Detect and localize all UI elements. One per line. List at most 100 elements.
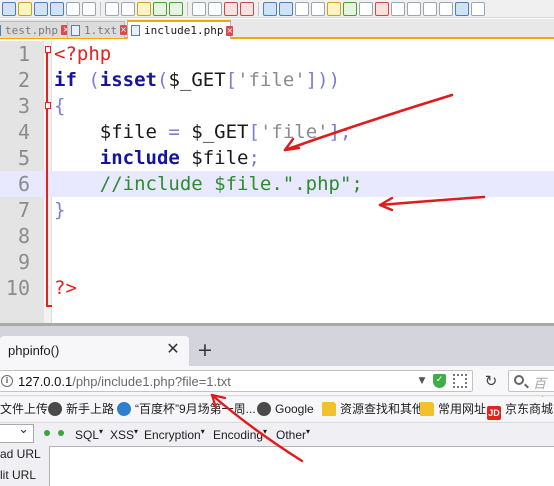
close-tab-icon[interactable]: × bbox=[120, 25, 127, 35]
navigation-bar: i 127.0.0.1/php/include1.php?file=1.txt … bbox=[0, 366, 554, 410]
doc-map-icon[interactable] bbox=[343, 1, 357, 16]
fold-toggle-icon[interactable] bbox=[45, 102, 51, 109]
hackbar-menu-sql[interactable]: SQL▾ bbox=[75, 427, 103, 442]
paste-icon[interactable] bbox=[137, 1, 151, 16]
save-icon[interactable] bbox=[34, 1, 48, 16]
record-macro-icon[interactable] bbox=[375, 1, 389, 16]
zoom-in-icon[interactable] bbox=[224, 1, 238, 16]
bookmark-item[interactable]: Google bbox=[257, 397, 314, 421]
code-token: ( bbox=[156, 69, 169, 91]
code-line[interactable]: 3{ bbox=[0, 93, 554, 119]
eye-icon[interactable] bbox=[455, 1, 469, 16]
folder-icon bbox=[322, 402, 336, 416]
print-icon[interactable] bbox=[82, 1, 96, 16]
code-token: [ bbox=[225, 69, 238, 91]
fold-toggle-icon[interactable] bbox=[45, 46, 51, 53]
code-line[interactable]: 4 $file = $_GET['file']; bbox=[0, 119, 554, 145]
tab-label: include1.php bbox=[144, 24, 224, 37]
spell-check-icon[interactable] bbox=[471, 1, 485, 16]
code-line[interactable]: 6 //include $file.".php"; bbox=[0, 171, 554, 197]
fold-line bbox=[46, 49, 48, 307]
globe-icon bbox=[257, 402, 271, 416]
play-macro-icon[interactable] bbox=[407, 1, 421, 16]
function-list-icon[interactable] bbox=[359, 1, 373, 16]
new-tab-button[interactable]: + bbox=[196, 340, 214, 360]
site-info-icon[interactable]: i bbox=[1, 375, 13, 387]
tab-include1-php[interactable]: include1.php × bbox=[127, 20, 234, 39]
stop-macro-icon[interactable] bbox=[391, 1, 405, 16]
jd-logo-icon: JD bbox=[487, 406, 501, 420]
address-bar[interactable]: i 127.0.0.1/php/include1.php?file=1.txt … bbox=[0, 370, 473, 392]
code-line[interactable]: 10 ?> bbox=[0, 275, 554, 301]
load-url-button[interactable]: ad URL bbox=[0, 447, 41, 461]
code-editor[interactable]: 1 <?php 2 if (isset($_GET['file'])) 3{4 $fil… bbox=[0, 41, 554, 323]
undo-icon[interactable] bbox=[153, 1, 167, 16]
split-url-button[interactable]: lit URL bbox=[0, 468, 36, 482]
shield-icon[interactable]: ✓ bbox=[433, 374, 446, 388]
bookmark-label: Google bbox=[275, 402, 314, 416]
hackbar-url-textarea[interactable] bbox=[49, 446, 554, 486]
reload-icon[interactable]: ↻ bbox=[484, 372, 498, 390]
bookmark-folder[interactable]: 资源查找和其他 bbox=[322, 397, 424, 421]
code-token: 'file' bbox=[259, 121, 329, 143]
run-macro-icon[interactable] bbox=[423, 1, 437, 16]
open-file-icon[interactable] bbox=[18, 1, 32, 16]
code-line[interactable]: 5 include $file; bbox=[0, 145, 554, 171]
url-host: 127.0.0.1 bbox=[18, 374, 73, 389]
indent-guide-icon[interactable] bbox=[311, 1, 325, 16]
code-line[interactable]: 2 if (isset($_GET['file'])) bbox=[0, 67, 554, 93]
redo-icon[interactable] bbox=[169, 1, 183, 16]
find-icon[interactable] bbox=[192, 1, 206, 16]
copy-icon[interactable] bbox=[121, 1, 135, 16]
bookmark-label: 京东商城 bbox=[505, 402, 554, 416]
sync-scroll-icon[interactable] bbox=[263, 1, 277, 16]
qr-code-icon[interactable] bbox=[453, 374, 467, 388]
line-number: 3 bbox=[17, 94, 30, 118]
close-file-icon[interactable] bbox=[66, 1, 80, 16]
bookmark-folder[interactable]: 常用网址 bbox=[420, 397, 486, 421]
fold-end-mark bbox=[46, 305, 52, 307]
search-input[interactable]: 百度 bbox=[508, 370, 554, 410]
code-line[interactable]: 1 <?php bbox=[0, 41, 554, 67]
hackbar-menu-xss[interactable]: XSS▾ bbox=[110, 427, 138, 442]
menu-label: Other bbox=[276, 428, 307, 442]
browser-tab-strip: phpinfo() ✕ + bbox=[0, 326, 554, 366]
close-tab-icon[interactable]: × bbox=[226, 25, 234, 36]
bookmark-item[interactable]: 文件上传 bbox=[0, 397, 48, 421]
hackbar-menu-encryption[interactable]: Encryption▾ bbox=[144, 427, 205, 442]
code-token: isset bbox=[99, 69, 157, 91]
status-dot-icon bbox=[58, 430, 64, 436]
bookmark-item[interactable]: JD 京东商城 bbox=[487, 397, 553, 421]
bookmark-item[interactable]: 新手上路 bbox=[48, 397, 114, 421]
line-number: 4 bbox=[17, 120, 30, 144]
code-text: $file = $_GET['file']; bbox=[54, 119, 352, 145]
save-all-icon[interactable] bbox=[50, 1, 64, 16]
language-icon[interactable] bbox=[327, 1, 341, 16]
show-all-chars-icon[interactable] bbox=[295, 1, 309, 16]
save-macro-icon[interactable] bbox=[439, 1, 453, 16]
hackbar-menu-other[interactable]: Other▾ bbox=[276, 427, 310, 442]
zoom-out-icon[interactable] bbox=[240, 1, 254, 16]
new-file-icon[interactable] bbox=[2, 1, 16, 16]
code-line[interactable]: 8 bbox=[0, 223, 554, 249]
replace-icon[interactable] bbox=[208, 1, 222, 16]
bookmark-item[interactable]: “百度杯”9月场第一周... bbox=[117, 397, 256, 421]
chevron-down-icon[interactable]: ▼ bbox=[416, 373, 428, 389]
close-icon[interactable]: ✕ bbox=[165, 341, 181, 357]
tab-1-txt[interactable]: 1.txt × bbox=[67, 21, 127, 38]
url-text[interactable]: 127.0.0.1/php/include1.php?file=1.txt bbox=[18, 374, 231, 389]
word-wrap-icon[interactable] bbox=[279, 1, 293, 16]
line-number: 1 bbox=[17, 42, 30, 66]
toolbar-separator bbox=[258, 1, 259, 16]
browser-tab-phpinfo[interactable]: phpinfo() ✕ bbox=[0, 336, 189, 366]
tab-test-php[interactable]: test.php × bbox=[0, 21, 75, 38]
code-line[interactable]: 7} bbox=[0, 197, 554, 223]
line-number: 2 bbox=[17, 68, 30, 92]
hackbar-select[interactable] bbox=[0, 421, 34, 443]
hackbar-menu-encoding[interactable]: Encoding▾ bbox=[213, 427, 267, 442]
code-text: <?php bbox=[54, 41, 111, 67]
cut-icon[interactable] bbox=[105, 1, 119, 16]
browser-tab-title: phpinfo() bbox=[8, 343, 60, 358]
code-line[interactable]: 9 bbox=[0, 249, 554, 275]
